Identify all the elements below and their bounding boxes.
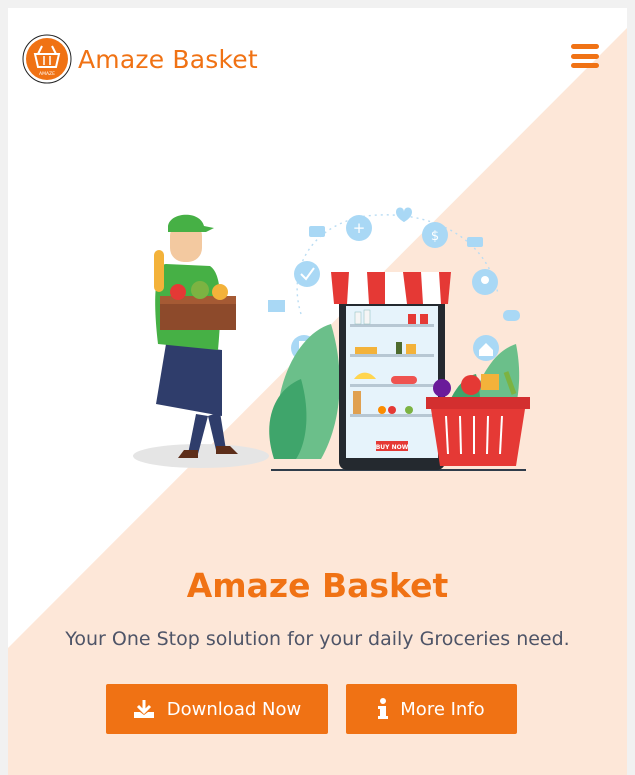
hero-subtitle: Your One Stop solution for your daily Gr… [65,628,570,650]
delivery-man [154,214,238,458]
brand-name[interactable]: Amaze Basket [78,45,258,74]
check-icon [294,261,320,287]
download-now-label: Download Now [166,698,302,720]
page: AMAZE Amaze Basket + $ BUY NOW Amaze Bas… [8,8,627,775]
navbar: AMAZE Amaze Basket [8,8,627,108]
heart-icon [396,207,412,222]
grocery-delivery-illustration: + $ BUY NOW [133,207,530,471]
mail-icon [268,300,285,312]
more-info-label: More Info [400,698,485,720]
hamburger-menu-icon[interactable] [571,44,599,68]
svg-text:$: $ [431,229,439,244]
chat-icon [309,226,325,237]
logo-text: AMAZE [39,71,55,77]
info-icon [378,698,389,720]
more-info-button[interactable]: More Info [346,684,517,734]
speech-icon [503,310,520,321]
hero-title: Amaze Basket [186,566,449,605]
brand-logo: AMAZE [22,34,72,84]
svg-text:+: + [353,219,366,237]
download-now-button[interactable]: Download Now [106,684,328,734]
buy-now-text: BUY NOW [376,444,409,451]
brand-link[interactable]: AMAZE Amaze Basket [22,34,258,84]
download-icon [133,699,155,719]
message-icon [467,237,483,247]
